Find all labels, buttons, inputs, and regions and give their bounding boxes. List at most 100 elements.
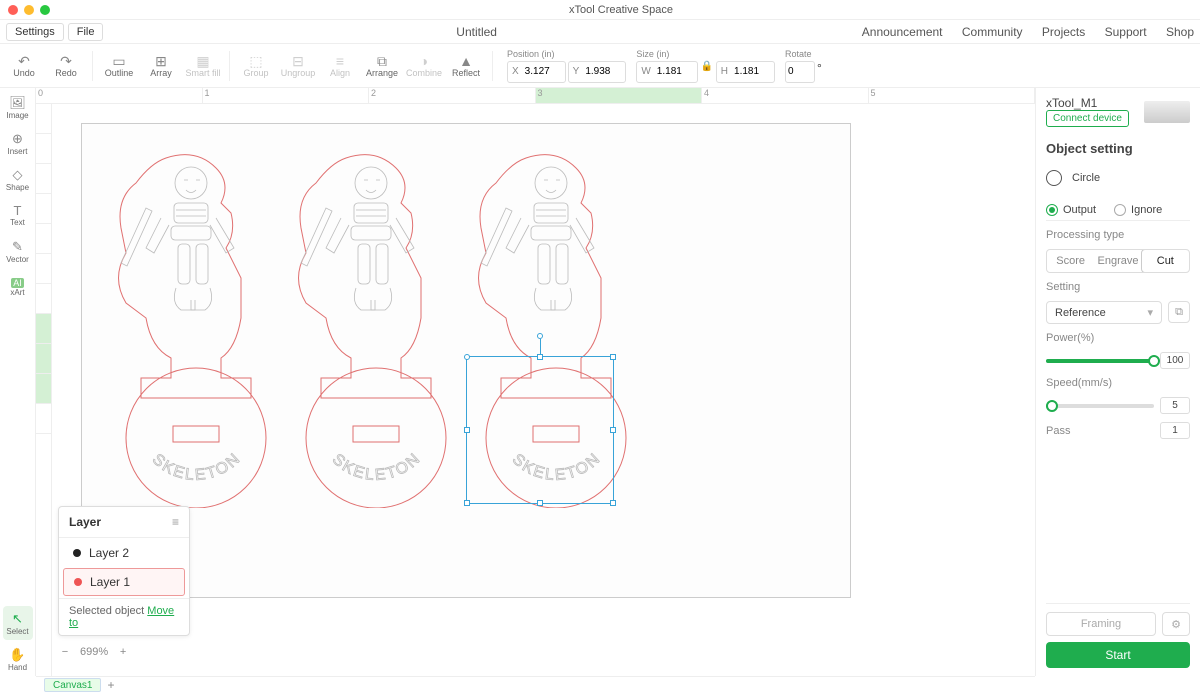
resize-handle-br[interactable] (610, 500, 616, 506)
layer-panel[interactable]: Layer≡ Layer 2 Layer 1 Selected object M… (58, 506, 190, 636)
cut-tab[interactable]: Cut (1141, 249, 1190, 273)
resize-handle-mr[interactable] (610, 427, 616, 433)
device-name: xTool_M1 (1046, 96, 1129, 110)
resize-handle-tr[interactable] (610, 354, 616, 360)
window-zoom-icon[interactable] (40, 5, 50, 15)
engrave-tab[interactable]: Engrave (1094, 250, 1141, 272)
score-tab[interactable]: Score (1047, 250, 1094, 272)
array-icon: ⊞ (155, 54, 167, 68)
settings-menu[interactable]: Settings (6, 23, 64, 41)
canvas-tab[interactable]: Canvas1 (44, 678, 101, 692)
ungroup-icon: ⊟ (292, 54, 304, 68)
framing-settings-button[interactable]: ⚙ (1162, 612, 1190, 636)
degree-label: ° (817, 61, 822, 83)
shape-icon: ◇ (13, 167, 23, 183)
window-minimize-icon[interactable] (24, 5, 34, 15)
resize-handle-tm[interactable] (537, 354, 543, 360)
image-tool[interactable]: 🖼Image (3, 90, 33, 124)
pass-value[interactable]: 1 (1160, 422, 1190, 439)
connect-device-button[interactable]: Connect device (1046, 110, 1129, 127)
processing-type-label: Processing type (1046, 229, 1190, 241)
add-canvas-button[interactable]: + (107, 678, 114, 692)
size-w-field[interactable]: W (636, 61, 697, 83)
power-value[interactable]: 100 (1160, 352, 1190, 369)
align-button[interactable]: ≡Align (320, 46, 360, 86)
zoom-in-button[interactable]: + (116, 646, 130, 658)
text-tool[interactable]: TText (3, 198, 33, 232)
smartfill-button[interactable]: ▦Smart fill (183, 46, 223, 86)
position-x-input[interactable] (523, 66, 565, 77)
shop-link[interactable]: Shop (1166, 25, 1194, 39)
layer-settings-icon[interactable]: ≡ (172, 515, 179, 529)
size-w-input[interactable] (655, 66, 697, 77)
support-link[interactable]: Support (1105, 25, 1147, 39)
window-close-icon[interactable] (8, 5, 18, 15)
device-thumbnail (1144, 101, 1190, 123)
design-group-1[interactable]: SKELETON (106, 148, 286, 508)
size-h-input[interactable] (732, 66, 774, 77)
resize-handle-bm[interactable] (537, 500, 543, 506)
announcement-link[interactable]: Announcement (862, 25, 943, 39)
layer-panel-title: Layer (69, 515, 101, 529)
text-icon: T (14, 203, 22, 218)
group-button[interactable]: ⬚Group (236, 46, 276, 86)
select-tool[interactable]: ↖Select (3, 606, 33, 640)
resize-handle-bl[interactable] (464, 500, 470, 506)
layer-row[interactable]: Layer 2 (63, 540, 185, 566)
copy-settings-button[interactable]: ⧉ (1168, 301, 1190, 323)
ignore-radio[interactable]: Ignore (1114, 204, 1162, 216)
setting-label: Setting (1046, 281, 1190, 293)
xart-tool[interactable]: AIxArt (3, 270, 33, 304)
insert-tool[interactable]: ⊕Insert (3, 126, 33, 160)
framing-button[interactable]: Framing (1046, 612, 1156, 636)
design-group-2[interactable]: SKELETON (286, 148, 466, 508)
outline-button[interactable]: ▭Outline (99, 46, 139, 86)
speed-value[interactable]: 5 (1160, 397, 1190, 414)
shape-tool[interactable]: ◇Shape (3, 162, 33, 196)
arrange-icon: ⧉ (377, 54, 387, 68)
svg-text:SKELETON: SKELETON (149, 450, 245, 484)
community-link[interactable]: Community (962, 25, 1023, 39)
undo-icon: ↶ (18, 54, 30, 68)
reflect-button[interactable]: ▲Reflect (446, 46, 486, 86)
rotate-handle[interactable] (537, 333, 543, 339)
image-icon: 🖼 (9, 95, 26, 111)
hand-tool[interactable]: ✋Hand (3, 642, 33, 676)
ungroup-button[interactable]: ⊟Ungroup (278, 46, 318, 86)
array-button[interactable]: ⊞Array (141, 46, 181, 86)
power-slider[interactable] (1046, 359, 1154, 363)
outline-icon: ▭ (112, 54, 125, 68)
start-button[interactable]: Start (1046, 642, 1190, 668)
position-y-field[interactable]: Y (568, 61, 627, 83)
processing-type-segment[interactable]: Score Engrave Cut (1046, 249, 1190, 273)
layer-color-icon (73, 549, 81, 557)
reflect-icon: ▲ (459, 54, 473, 68)
combine-icon: ◑ (420, 54, 428, 68)
ruler-vertical (36, 104, 52, 676)
zoom-out-button[interactable]: − (58, 646, 72, 658)
redo-button[interactable]: ↷Redo (46, 46, 86, 86)
position-y-input[interactable] (583, 66, 625, 77)
rotate-field[interactable] (785, 61, 815, 83)
size-label: Size (in) (636, 49, 775, 59)
layer-row[interactable]: Layer 1 (63, 568, 185, 596)
projects-link[interactable]: Projects (1042, 25, 1085, 39)
speed-slider[interactable] (1046, 404, 1154, 408)
rotate-input[interactable] (786, 66, 814, 77)
vector-tool[interactable]: ✎Vector (3, 234, 33, 268)
resize-handle-ml[interactable] (464, 427, 470, 433)
file-menu[interactable]: File (68, 23, 104, 41)
undo-button[interactable]: ↶Undo (4, 46, 44, 86)
selected-object-label: Selected object (69, 605, 147, 617)
resize-handle-tl[interactable] (464, 354, 470, 360)
selection-bounds[interactable] (466, 356, 614, 504)
size-h-field[interactable]: H (716, 61, 775, 83)
arrange-button[interactable]: ⧉Arrange (362, 46, 402, 86)
xart-icon: AI (11, 278, 24, 288)
combine-button[interactable]: ◑Combine (404, 46, 444, 86)
output-radio[interactable]: Output (1046, 204, 1096, 216)
svg-text:SKELETON: SKELETON (329, 450, 425, 484)
position-x-field[interactable]: X (507, 61, 566, 83)
reference-select[interactable]: Reference▾ (1046, 301, 1162, 324)
lock-aspect-icon[interactable]: 🔒 (700, 61, 714, 83)
